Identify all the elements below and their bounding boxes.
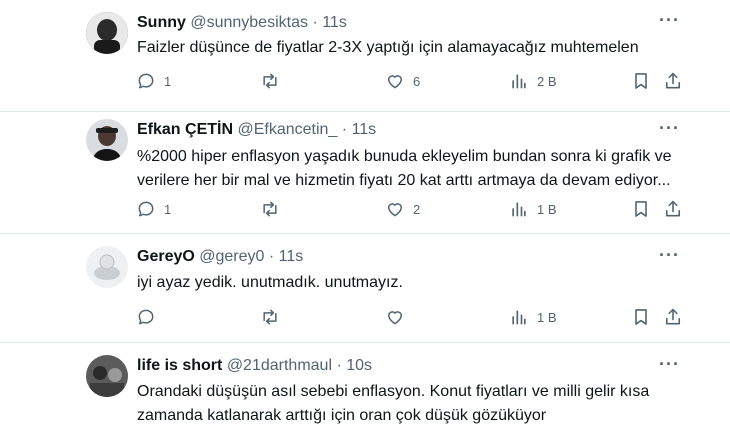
share-button[interactable] — [663, 307, 683, 327]
views-count: 2 B — [537, 73, 557, 89]
like-button[interactable]: 6 — [385, 71, 420, 91]
avatar-image — [86, 246, 128, 288]
author-handle[interactable]: @Efkancetin_ — [237, 121, 337, 138]
views-count: 1 B — [537, 309, 557, 325]
share-icon — [665, 72, 681, 89]
tweet-text-line: Orandaki düşüşün asıl sebebi enflasyon. … — [137, 383, 650, 400]
bookmark-icon — [635, 309, 647, 325]
author-handle[interactable]: @21darthmaul — [227, 357, 332, 374]
analytics-icon — [512, 310, 526, 325]
tweet[interactable]: Sunny @sunnybesiktas · 11s ··· Faizler d… — [0, 0, 730, 112]
author-name[interactable]: Sunny — [137, 14, 186, 31]
author-name[interactable]: GereyO — [137, 248, 195, 265]
separator-dot: · — [341, 121, 348, 138]
avatar-image — [86, 355, 128, 397]
bookmark-icon — [635, 201, 647, 217]
reply-icon — [138, 201, 154, 217]
bookmark-button[interactable] — [631, 199, 651, 219]
share-button[interactable] — [663, 71, 683, 91]
author-name[interactable]: Efkan ÇETİN — [137, 121, 233, 138]
more-options-icon[interactable]: ··· — [659, 354, 680, 375]
timestamp[interactable]: 10s — [346, 357, 372, 374]
more-options-icon[interactable]: ··· — [659, 245, 680, 266]
like-count: 6 — [413, 73, 421, 89]
heart-icon — [388, 75, 402, 89]
retweet-icon — [263, 309, 277, 325]
avatar[interactable] — [86, 246, 128, 288]
bookmark-icon — [635, 73, 647, 89]
reply-button[interactable]: 1 — [136, 71, 171, 91]
retweet-button[interactable] — [260, 307, 288, 327]
author-handle[interactable]: @gerey0 — [199, 248, 264, 265]
avatar[interactable] — [86, 119, 128, 161]
tweet-text-line: Faizler düşünce de fiyatlar 2-3X yaptığı… — [137, 39, 639, 56]
tweet-text-line: verilere her bir mal ve hizmetin fiyatı … — [137, 172, 671, 189]
retweet-icon — [263, 73, 277, 89]
like-count: 2 — [413, 201, 421, 217]
views-button[interactable]: 1 B — [509, 199, 557, 219]
reply-count: 1 — [164, 73, 172, 89]
retweet-button[interactable] — [260, 71, 288, 91]
views-button[interactable]: 1 B — [509, 307, 557, 327]
like-button[interactable] — [385, 307, 413, 327]
more-options-icon[interactable]: ··· — [659, 10, 680, 31]
analytics-icon — [512, 202, 526, 217]
avatar-image — [86, 12, 128, 54]
share-button[interactable] — [663, 199, 683, 219]
timestamp[interactable]: 11s — [279, 248, 304, 265]
views-button[interactable]: 2 B — [509, 71, 557, 91]
tweet-text: iyi ayaz yedik. unutmadık. unutmayız. — [137, 272, 697, 294]
more-options-icon[interactable]: ··· — [659, 118, 680, 139]
tweet[interactable]: Efkan ÇETİN @Efkancetin_ · 11s ··· %2000… — [0, 112, 730, 233]
avatar-image — [86, 119, 128, 161]
avatar[interactable] — [86, 12, 128, 54]
heart-icon — [388, 203, 402, 217]
tweet[interactable]: life is short @21darthmaul · 10s ··· Ora… — [0, 343, 730, 424]
share-icon — [665, 200, 681, 217]
views-count: 1 B — [537, 201, 557, 217]
reply-icon — [138, 73, 154, 89]
like-button[interactable]: 2 — [385, 199, 420, 219]
analytics-icon — [512, 74, 526, 89]
reply-button[interactable] — [136, 307, 164, 327]
tweet-text-line: %2000 hiper enflasyon yaşadık bunuda ekl… — [137, 148, 672, 165]
bookmark-button[interactable] — [631, 307, 651, 327]
tweet[interactable]: GereyO @gerey0 · 11s ··· iyi ayaz yedik.… — [0, 234, 730, 342]
separator-dot: · — [312, 14, 318, 31]
tweet-text-line: zamanda katlanarak arttığı için oran çok… — [137, 407, 547, 424]
tweet-text: Orandaki düşüşün asıl sebebi enflasyon. … — [137, 381, 697, 427]
bookmark-button[interactable] — [631, 71, 651, 91]
retweet-button[interactable] — [260, 199, 288, 219]
tweet-text-line: iyi ayaz yedik. unutmadık. unutmayız. — [137, 274, 403, 291]
reply-icon — [138, 309, 154, 325]
reply-count: 1 — [164, 201, 172, 217]
separator-dot: · — [268, 248, 275, 265]
timestamp[interactable]: 11s — [352, 121, 377, 138]
tweet-text: Faizler düşünce de fiyatlar 2-3X yaptığı… — [137, 37, 697, 59]
share-icon — [665, 308, 681, 325]
author-handle[interactable]: @sunnybesiktas — [190, 14, 308, 31]
author-name[interactable]: life is short — [137, 357, 222, 374]
retweet-icon — [263, 201, 277, 217]
heart-icon — [388, 311, 402, 325]
timestamp[interactable]: 11s — [322, 14, 347, 31]
reply-button[interactable]: 1 — [136, 199, 171, 219]
tweet-text: %2000 hiper enflasyon yaşadık bunuda ekl… — [137, 146, 697, 192]
separator-dot: · — [336, 357, 342, 374]
avatar[interactable] — [86, 355, 128, 397]
